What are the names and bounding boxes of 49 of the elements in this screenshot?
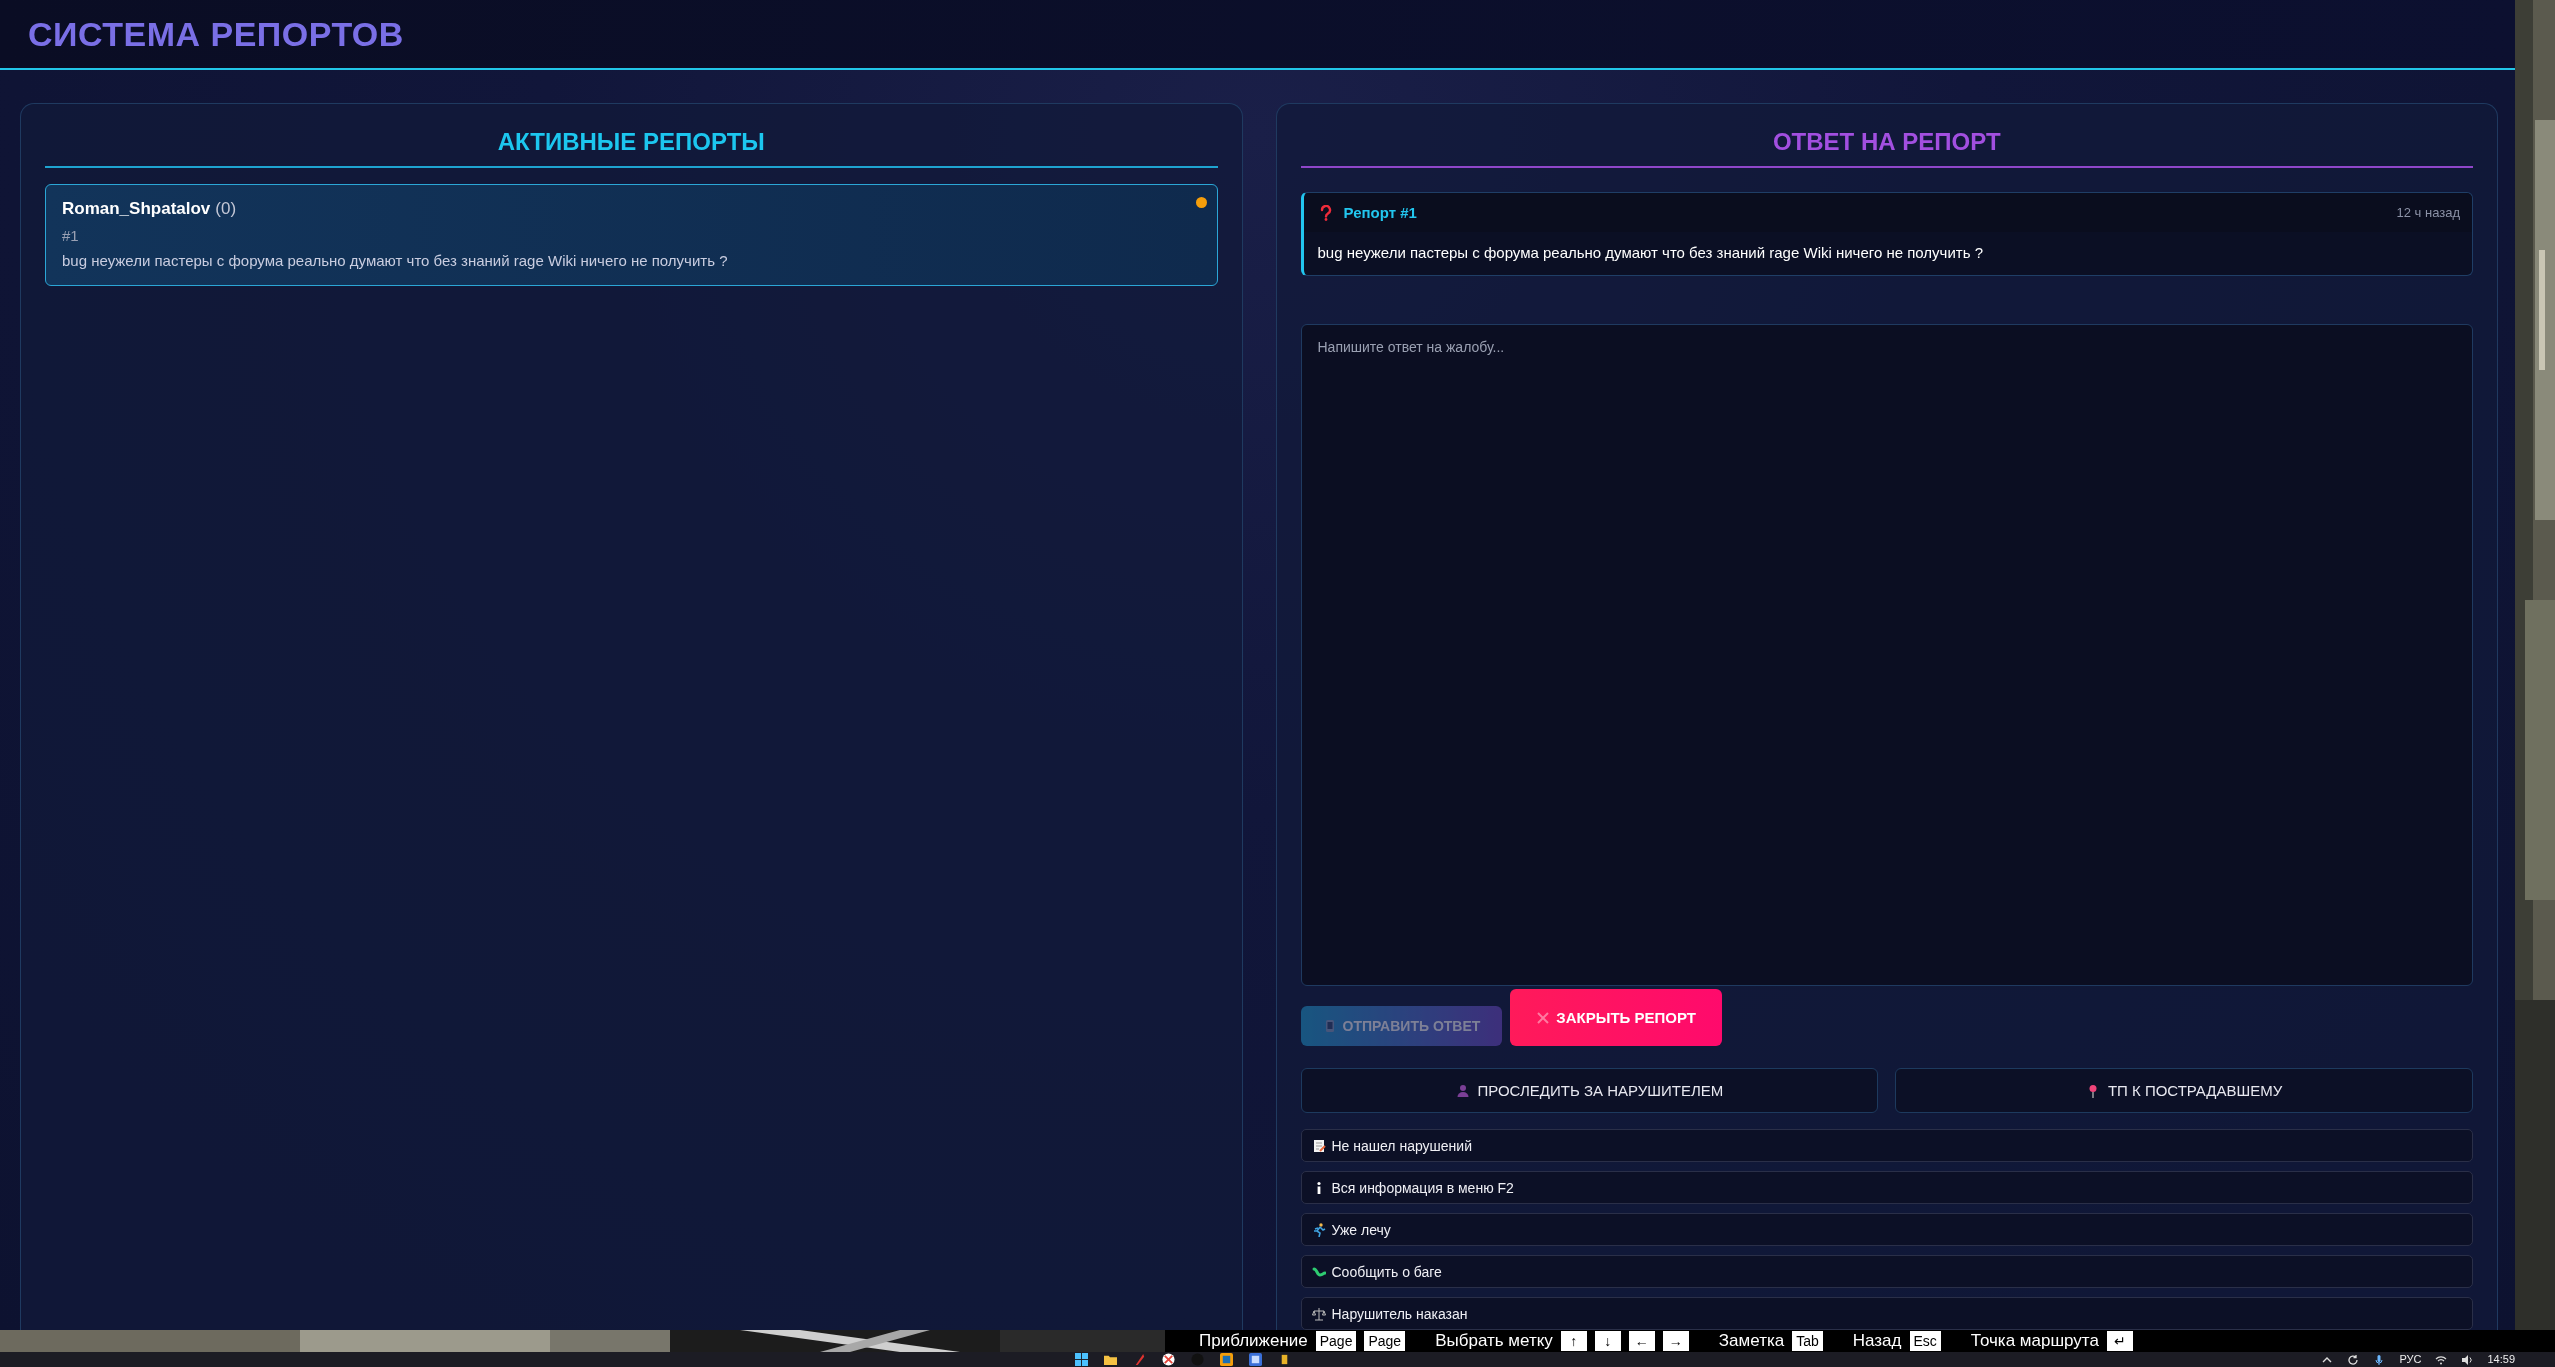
key-cap: ↑ — [1560, 1331, 1587, 1351]
quick-reply-button[interactable]: Не нашел нарушений — [1300, 1129, 2473, 1162]
hint-label: Выбрать метку — [1435, 1331, 1553, 1351]
quick-reply-button[interactable]: Уже лечу — [1300, 1213, 2473, 1246]
key-cap: ↵ — [2106, 1331, 2133, 1351]
wifi-icon[interactable] — [2435, 1353, 2448, 1366]
microphone-icon[interactable] — [2373, 1353, 2386, 1366]
hint-label: Приближение — [1199, 1331, 1308, 1351]
hint-label: Назад — [1852, 1331, 1902, 1351]
key-cap: Page — [1315, 1331, 1357, 1351]
person-icon — [1455, 1083, 1470, 1098]
report-message: bug неужели пастеры с форума реально думают что без знаний rage Wiki ничего не получить ? — [1316, 243, 1984, 263]
report-list-item[interactable]: Roman_Shpatalov (0) #1 bug неужели пастеры с форума реально думают что без знаний rage Wiki ничего не получить ? — [45, 184, 1218, 286]
panel-title: АКТИВНЫЕ РЕПОРТЫ — [45, 128, 1218, 168]
report-time: 12 ч назад — [2396, 205, 2460, 220]
key-cap: Esc — [1909, 1331, 1941, 1351]
key-cap: Page — [1364, 1331, 1406, 1351]
app-icon[interactable] — [1249, 1353, 1262, 1366]
reply-field[interactable]: Напишите ответ на жалобу... — [1300, 324, 2473, 986]
player-name: Roman_Shpatalov — [62, 199, 211, 219]
report-count: (0) — [215, 199, 237, 219]
panel-title: ОТВЕТ НА РЕПОРТ — [1300, 128, 2473, 168]
browser-icon[interactable] — [1162, 1353, 1175, 1366]
scales-icon — [1311, 1306, 1326, 1321]
windows-icon[interactable] — [1075, 1353, 1088, 1366]
key-cap: ← — [1628, 1331, 1655, 1351]
refresh-icon[interactable] — [2347, 1353, 2360, 1366]
speaker-icon[interactable] — [2461, 1353, 2474, 1366]
key-cap: → — [1662, 1331, 1689, 1351]
report-title: Репорт #1 — [1343, 204, 1417, 221]
memo-icon — [1311, 1138, 1326, 1153]
key-cap: ↓ — [1594, 1331, 1621, 1351]
clock[interactable]: 14:59 — [2487, 1353, 2515, 1366]
spectate-button[interactable]: ПРОСЛЕДИТЬ ЗА НАРУШИТЕЛЕМ — [1300, 1068, 1879, 1113]
key-cap: Tab — [1792, 1331, 1823, 1351]
quick-reply-button[interactable]: Вся информация в меню F2 — [1300, 1171, 2473, 1204]
runner-icon — [1311, 1222, 1326, 1237]
close-report-button[interactable]: ЗАКРЫТЬ РЕПОРТ — [1510, 989, 1722, 1046]
language-indicator[interactable]: РУС — [2399, 1353, 2422, 1366]
hint-label: Точка маршрута — [1970, 1331, 2099, 1351]
close-icon — [1536, 1010, 1551, 1025]
question-icon — [1319, 204, 1332, 221]
hint-label: Заметка — [1718, 1331, 1785, 1351]
app-title: СИСТЕМА РЕПОРТОВ — [28, 14, 404, 54]
teleport-button[interactable]: ТП К ПОСТРАДАВШЕМУ — [1895, 1068, 2473, 1113]
report-message: bug неужели пастеры с форума реально думают что без знаний rage Wiki ничего не получить ? — [62, 252, 729, 269]
quick-reply-button[interactable]: Сообщить о баге — [1300, 1255, 2473, 1288]
quick-reply-button[interactable]: Нарушитель наказан — [1300, 1297, 2473, 1330]
report-number: #1 — [62, 227, 80, 244]
